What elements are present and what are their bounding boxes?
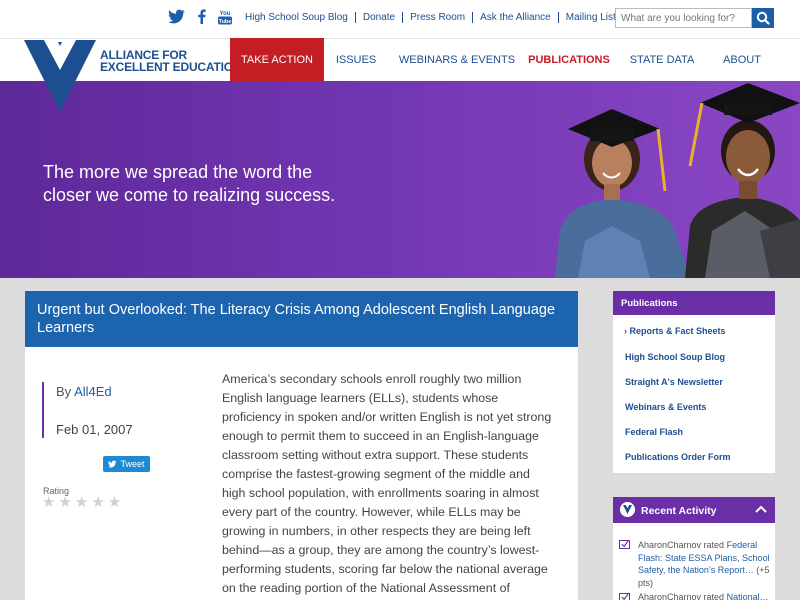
sidebar-item-webinars[interactable]: Webinars & Events bbox=[625, 402, 706, 412]
search-icon bbox=[756, 11, 770, 25]
hero-tagline: The more we spread the word the closer w… bbox=[43, 161, 373, 207]
utility-links: High School Soup Blog Donate Press Room … bbox=[238, 12, 623, 23]
star-icon[interactable]: ★ bbox=[42, 493, 55, 511]
sidebar-item-reports[interactable]: › Reports & Fact Sheets bbox=[624, 326, 726, 336]
byline-prefix: By bbox=[56, 384, 72, 399]
article-title: Urgent but Overlooked: The Literacy Cris… bbox=[37, 302, 556, 336]
link-ask-the-alliance[interactable]: Ask the Alliance bbox=[472, 12, 558, 23]
star-icon[interactable]: ★ bbox=[75, 493, 88, 511]
twitter-icon[interactable] bbox=[168, 9, 186, 24]
hero-line-1: The more we spread the word the bbox=[43, 162, 313, 182]
activity-user: AharonCharnov rated bbox=[638, 592, 725, 600]
activity-check-icon bbox=[619, 593, 630, 600]
sidebar-item-order-form[interactable]: Publications Order Form bbox=[625, 452, 731, 462]
link-press-room[interactable]: Press Room bbox=[402, 12, 472, 23]
rating-stars[interactable]: ★ ★ ★ ★ ★ bbox=[42, 493, 121, 511]
recent-activity-header[interactable]: Recent Activity bbox=[613, 497, 775, 523]
sidebar-item-federal-flash[interactable]: Federal Flash bbox=[625, 427, 683, 437]
star-icon[interactable]: ★ bbox=[91, 493, 104, 511]
link-high-school-soup-blog[interactable]: High School Soup Blog bbox=[238, 12, 355, 23]
nav-state-data[interactable]: STATE DATA bbox=[620, 38, 704, 81]
nav-take-action[interactable]: TAKE ACTION bbox=[230, 38, 324, 81]
chevron-right-icon: › bbox=[624, 326, 627, 336]
facebook-icon[interactable] bbox=[197, 9, 206, 24]
chevron-up-icon[interactable] bbox=[755, 505, 767, 513]
hero-banner: The more we spread the word the closer w… bbox=[0, 81, 800, 278]
alliance-logo-icon[interactable] bbox=[20, 40, 100, 112]
star-icon[interactable]: ★ bbox=[108, 493, 121, 511]
search-input[interactable] bbox=[615, 8, 752, 28]
nav-about[interactable]: ABOUT bbox=[712, 38, 772, 81]
tweet-label: Tweet bbox=[120, 459, 145, 469]
byline-accent bbox=[42, 382, 44, 438]
nav-webinars-events[interactable]: WEBINARS & EVENTS bbox=[392, 38, 522, 81]
author-link[interactable]: All4Ed bbox=[74, 384, 112, 399]
tweet-button[interactable]: Tweet bbox=[103, 456, 150, 472]
sidebar-item-label: Reports & Fact Sheets bbox=[629, 326, 726, 336]
star-icon[interactable]: ★ bbox=[58, 493, 71, 511]
search-button[interactable] bbox=[752, 8, 774, 28]
publications-menu-title: Publications bbox=[613, 291, 775, 315]
activity-link[interactable]: National… bbox=[727, 592, 769, 600]
publish-date: Feb 01, 2007 bbox=[56, 422, 133, 437]
sidebar-item-blog[interactable]: High School Soup Blog bbox=[625, 352, 725, 362]
alliance-badge-icon bbox=[620, 502, 635, 517]
alliance-logo-text[interactable]: ALLIANCE FOR EXCELLENT EDUCATION bbox=[100, 49, 242, 74]
link-donate[interactable]: Donate bbox=[354, 12, 402, 23]
nav-issues[interactable]: ISSUES bbox=[324, 38, 388, 81]
hero-line-2: closer we come to realizing success. bbox=[43, 185, 336, 205]
nav-publications[interactable]: PUBLICATIONS bbox=[526, 38, 612, 81]
activity-item: AharonCharnov rated National… bbox=[638, 592, 778, 600]
recent-activity-title: Recent Activity bbox=[641, 505, 717, 517]
youtube-icon-text-1: You bbox=[220, 11, 231, 17]
twitter-icon bbox=[108, 460, 117, 468]
youtube-icon-text-2: Tube bbox=[219, 19, 232, 25]
activity-check-icon bbox=[619, 540, 630, 549]
byline: By All4Ed bbox=[56, 384, 112, 399]
logo-line-2: EXCELLENT EDUCATION bbox=[100, 60, 242, 74]
link-mailing-list[interactable]: Mailing List bbox=[557, 12, 623, 23]
article-body: America’s secondary schools enroll rough… bbox=[222, 372, 552, 595]
sidebar-item-newsletter[interactable]: Straight A's Newsletter bbox=[625, 377, 723, 387]
activity-item: AharonCharnov rated Federal Flash: State… bbox=[638, 539, 778, 589]
youtube-icon[interactable]: You Tube bbox=[218, 9, 232, 25]
activity-user: AharonCharnov rated bbox=[638, 540, 725, 550]
